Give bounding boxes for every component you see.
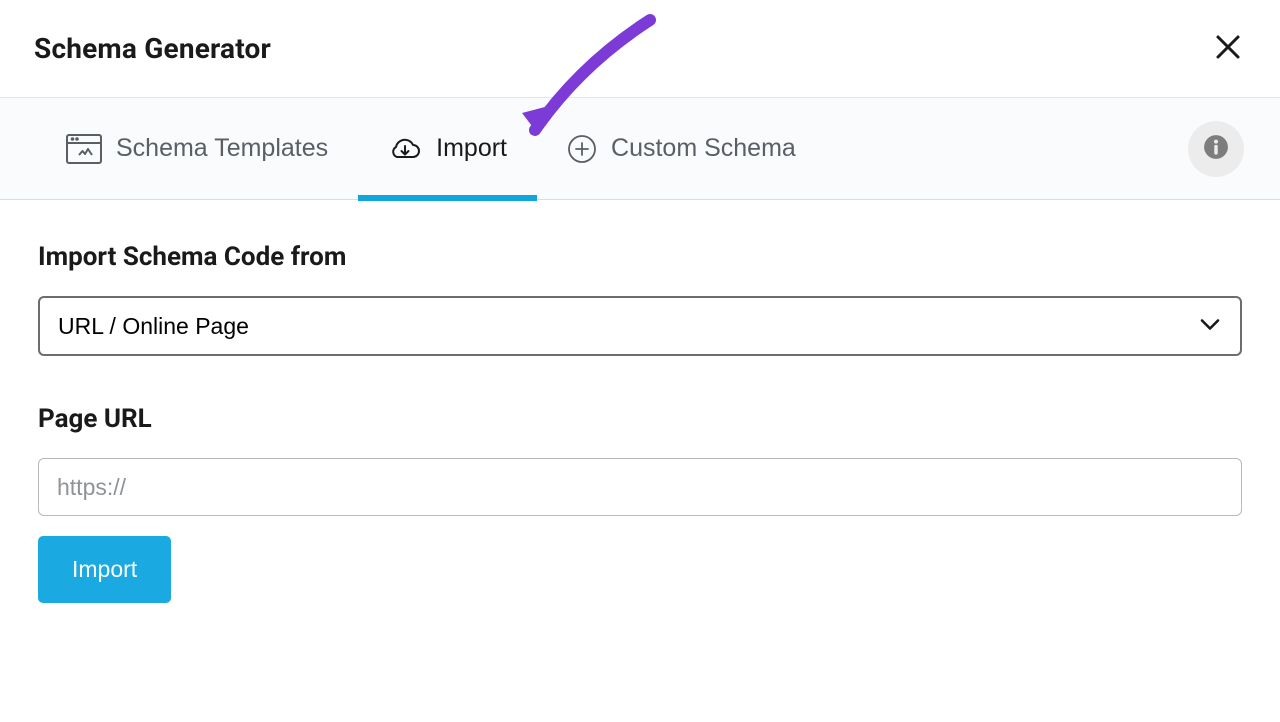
- page-url-input[interactable]: [38, 458, 1242, 516]
- source-label: Import Schema Code from: [38, 242, 1242, 272]
- tab-label: Import: [436, 134, 507, 163]
- template-icon: [66, 134, 102, 164]
- import-panel: Import Schema Code from URL / Online Pag…: [0, 200, 1280, 645]
- import-button[interactable]: Import: [38, 536, 171, 603]
- close-icon: [1213, 32, 1243, 65]
- info-button[interactable]: [1188, 121, 1244, 177]
- page-url-label: Page URL: [38, 404, 1242, 434]
- modal-title: Schema Generator: [34, 32, 271, 65]
- tabs-bar: Schema Templates Import Custom Schem: [0, 98, 1280, 200]
- modal-header: Schema Generator: [0, 0, 1280, 98]
- source-select[interactable]: URL / Online Page: [38, 296, 1242, 356]
- tabs: Schema Templates Import Custom Schem: [36, 98, 826, 200]
- tab-schema-templates[interactable]: Schema Templates: [36, 98, 358, 200]
- plus-circle-icon: [567, 134, 597, 164]
- cloud-download-icon: [388, 135, 422, 163]
- tab-import[interactable]: Import: [358, 98, 537, 200]
- close-button[interactable]: [1210, 31, 1246, 67]
- info-icon: [1203, 134, 1229, 163]
- tab-label: Custom Schema: [611, 134, 796, 163]
- source-select-wrap: URL / Online Page: [38, 296, 1242, 356]
- tab-label: Schema Templates: [116, 134, 328, 163]
- tab-custom-schema[interactable]: Custom Schema: [537, 98, 826, 200]
